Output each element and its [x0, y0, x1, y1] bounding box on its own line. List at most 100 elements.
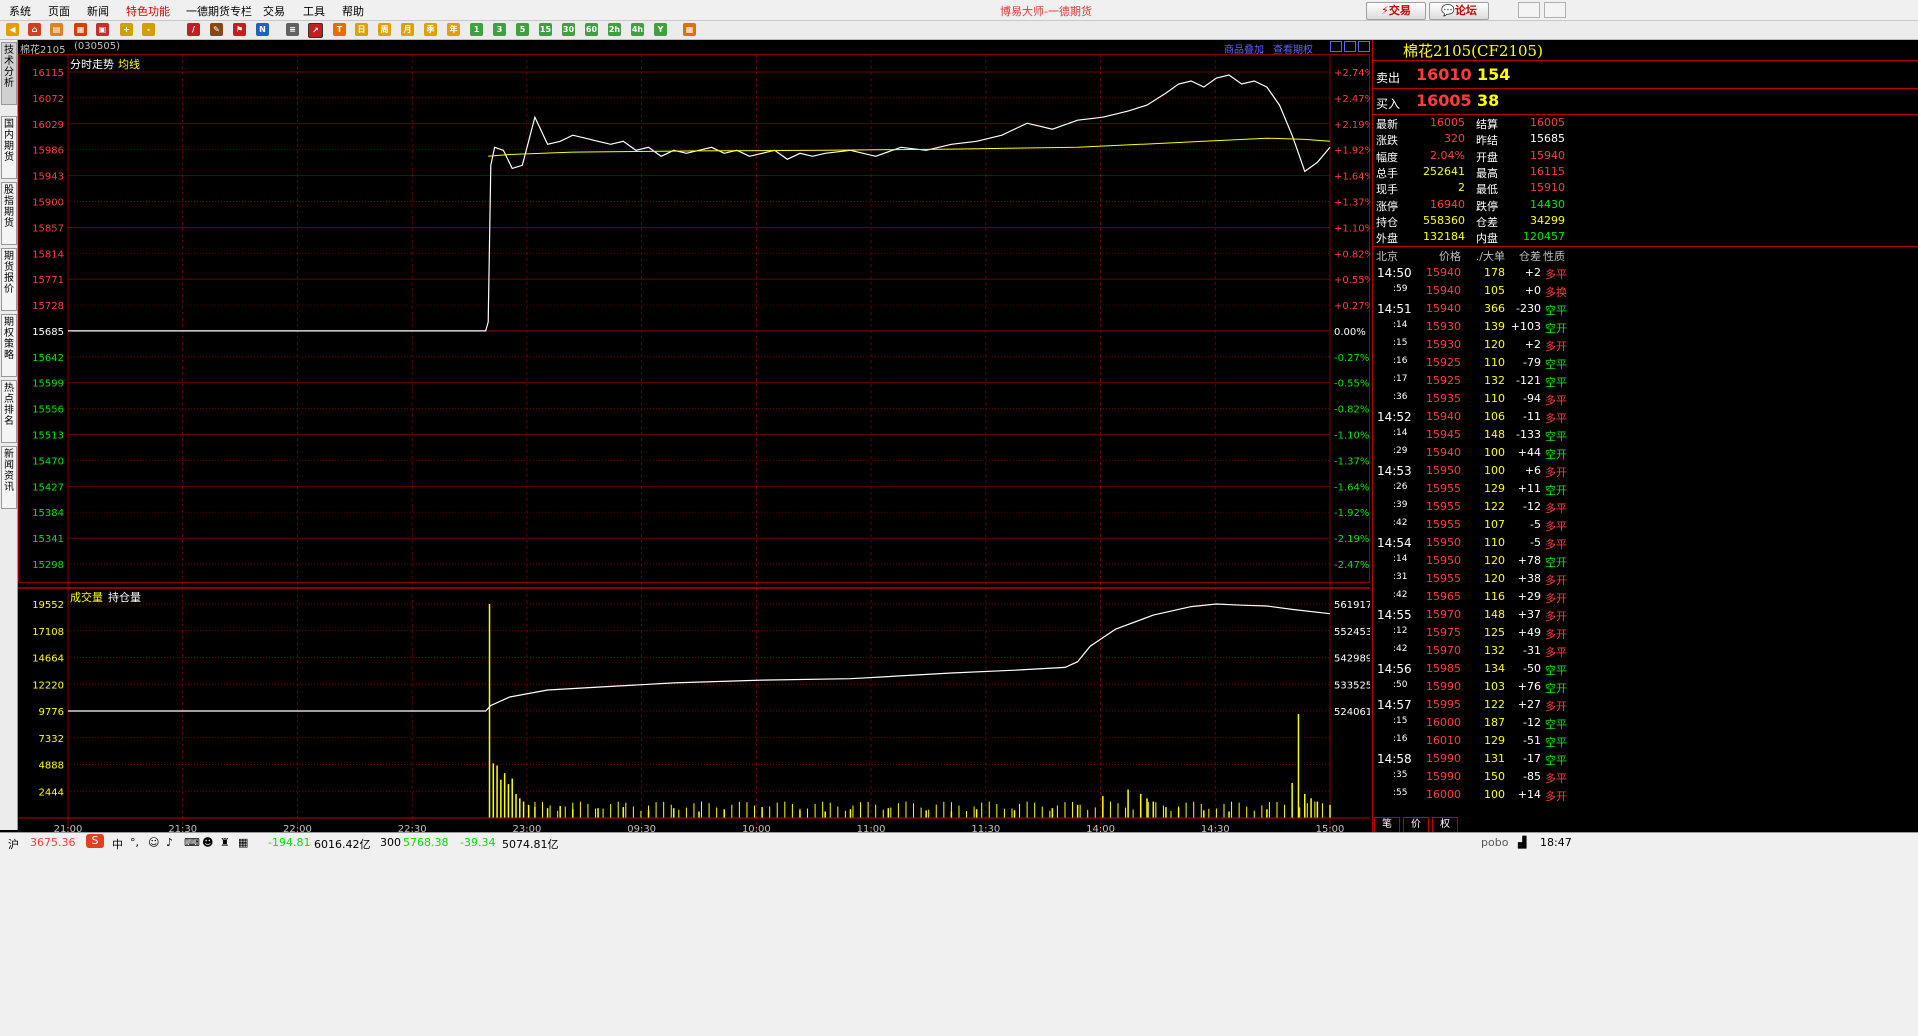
day-icon[interactable]: 日	[355, 23, 368, 36]
week-icon[interactable]: 周	[378, 23, 391, 36]
tick-volume: 129	[1484, 734, 1505, 747]
season-icon[interactable]: 季	[424, 23, 437, 36]
forum-button[interactable]: 💬论坛	[1429, 2, 1489, 20]
zoom-in-icon[interactable]: +	[120, 23, 133, 36]
stat-value: 16005	[1430, 116, 1465, 129]
intraday-chart[interactable]: 16115 +2.74% 16072 +2.47% 16029 +2.19% 15986 +1…	[18, 54, 1370, 834]
menu-yide-column[interactable]: 一德期货专栏	[186, 3, 252, 19]
brush-icon[interactable]: ✎	[210, 23, 223, 36]
tick-type: 多平	[1545, 772, 1567, 785]
emoji-icon[interactable]: ☺	[148, 836, 159, 849]
menu-system[interactable]: 系统	[9, 3, 31, 19]
tick-price: 15940	[1426, 284, 1461, 297]
month-icon[interactable]: 月	[401, 23, 414, 36]
trend-icon[interactable]: ↗	[308, 23, 323, 38]
stat-label: 幅度	[1376, 150, 1398, 164]
tick-icon[interactable]: T	[333, 23, 346, 36]
tick-price: 15990	[1426, 752, 1461, 765]
tools-icon[interactable]: ▦	[238, 836, 248, 849]
menu-news[interactable]: 新闻	[87, 3, 109, 19]
buy-price: 16005	[1416, 91, 1472, 110]
year-icon[interactable]: 年	[447, 23, 460, 36]
menu-help[interactable]: 帮助	[342, 3, 364, 19]
tab-technical-analysis[interactable]: 技术分析	[1, 42, 17, 105]
min5-icon[interactable]: 5	[516, 23, 529, 36]
keyboard-icon[interactable]: ⌨	[184, 836, 200, 849]
tick-oi-change: +11	[1517, 482, 1541, 495]
stat-value: 15910	[1530, 181, 1565, 195]
tick-type: 多换	[1545, 286, 1567, 299]
minimize-button[interactable]	[1518, 2, 1540, 18]
divider	[1373, 246, 1918, 247]
tab-futures-quotes[interactable]: 期货报价	[1, 248, 17, 311]
tick-price: 15950	[1426, 464, 1461, 477]
draw-icon[interactable]: /	[187, 23, 200, 36]
min60-icon[interactable]: 60	[585, 23, 598, 36]
min3-icon[interactable]: 3	[493, 23, 506, 36]
panel-minimize-icon[interactable]	[1344, 41, 1356, 52]
skin-icon[interactable]: ♜	[220, 836, 230, 849]
percent-tick-label: -1.64%	[1334, 482, 1369, 493]
min4h-icon[interactable]: 4h	[631, 23, 644, 36]
min1-icon[interactable]: 1	[470, 23, 483, 36]
average-line	[488, 137, 1331, 157]
tick-list[interactable]: 北京 价格 ./大单 仓差 性质 14:50 15940 178 +2 多平:59 15940 105…	[1373, 248, 1918, 808]
min30-icon[interactable]: 30	[562, 23, 575, 36]
layout-icon[interactable]: ▣	[96, 23, 109, 36]
user-icon[interactable]: ☻	[202, 836, 213, 849]
menu-page[interactable]: 页面	[48, 3, 70, 19]
new-icon[interactable]: N	[256, 23, 269, 36]
tick-oi-change: -5	[1530, 518, 1541, 531]
stat-value: 15685	[1530, 132, 1565, 146]
tick-price: 15950	[1426, 536, 1461, 549]
tab-index-futures[interactable]: 股指期货	[1, 182, 17, 245]
flag-icon[interactable]: ⚑	[233, 23, 246, 36]
home-icon[interactable]: ⌂	[28, 23, 41, 36]
stat-value: 558360	[1423, 213, 1465, 227]
tab-hot-ranking[interactable]: 热点排名	[1, 380, 17, 443]
min15-icon[interactable]: 15	[539, 23, 552, 36]
tick-oi-change: +78	[1517, 554, 1541, 567]
stat-label: 跌停	[1476, 199, 1498, 213]
maximize-button[interactable]	[1544, 2, 1566, 18]
tick-header: 仓差	[1519, 250, 1541, 263]
price-tick-label: 16029	[32, 120, 64, 131]
tab-rights[interactable]: 权	[1432, 817, 1458, 833]
ime-punct-icon[interactable]: °,	[130, 836, 139, 849]
tab-news[interactable]: 新闻资讯	[1, 446, 17, 509]
menu-trade[interactable]: 交易	[263, 3, 285, 19]
tab-domestic-futures[interactable]: 国内期货	[1, 116, 17, 179]
panel-close-icon[interactable]	[1358, 41, 1370, 52]
back-icon[interactable]: ◀	[6, 23, 19, 36]
price-tick-label: 15642	[32, 353, 64, 364]
tick-price: 15955	[1426, 482, 1461, 495]
panel-toggle-icon[interactable]	[1330, 41, 1342, 52]
tab-trades[interactable]: 笔	[1374, 817, 1400, 833]
sell-price: 16010	[1416, 65, 1472, 84]
table-icon[interactable]: ≡	[286, 23, 299, 36]
tab-options-strategy[interactable]: 期权策略	[1, 314, 17, 377]
folder-icon[interactable]: ▤	[50, 23, 63, 36]
tick-price: 16010	[1426, 734, 1461, 747]
tick-type: 空平	[1545, 430, 1567, 443]
stat-value: 34299	[1530, 213, 1565, 227]
custom-icon[interactable]: Y	[654, 23, 667, 36]
tick-oi-change: -11	[1523, 410, 1541, 423]
trade-button[interactable]: ⚡交易	[1366, 2, 1426, 20]
quote-panel: 棉花2105(CF2105) 卖出 16010 154 买入 16005 38 …	[1372, 40, 1918, 832]
news-icon[interactable]: ▦	[74, 23, 87, 36]
stat-value: 14430	[1530, 197, 1565, 211]
zoom-out-icon[interactable]: -	[142, 23, 155, 36]
calc-icon[interactable]: ▦	[683, 23, 696, 36]
sell-label: 卖出	[1376, 71, 1401, 85]
min2h-icon[interactable]: 2h	[608, 23, 621, 36]
oi-tick-label: 524061	[1334, 707, 1370, 718]
ime-mode[interactable]: 中	[112, 836, 123, 852]
menu-tools[interactable]: 工具	[303, 3, 325, 19]
menu-features[interactable]: 特色功能	[126, 3, 170, 19]
tick-type: 多开	[1545, 466, 1567, 479]
mic-icon[interactable]: ♪	[166, 836, 173, 849]
tab-prices[interactable]: 价	[1403, 817, 1429, 833]
volume-tick-label: 9776	[39, 707, 64, 718]
left-tab-bar: 技术分析 国内期货 股指期货 期货报价 期权策略 热点排名 新闻资讯	[0, 40, 18, 830]
